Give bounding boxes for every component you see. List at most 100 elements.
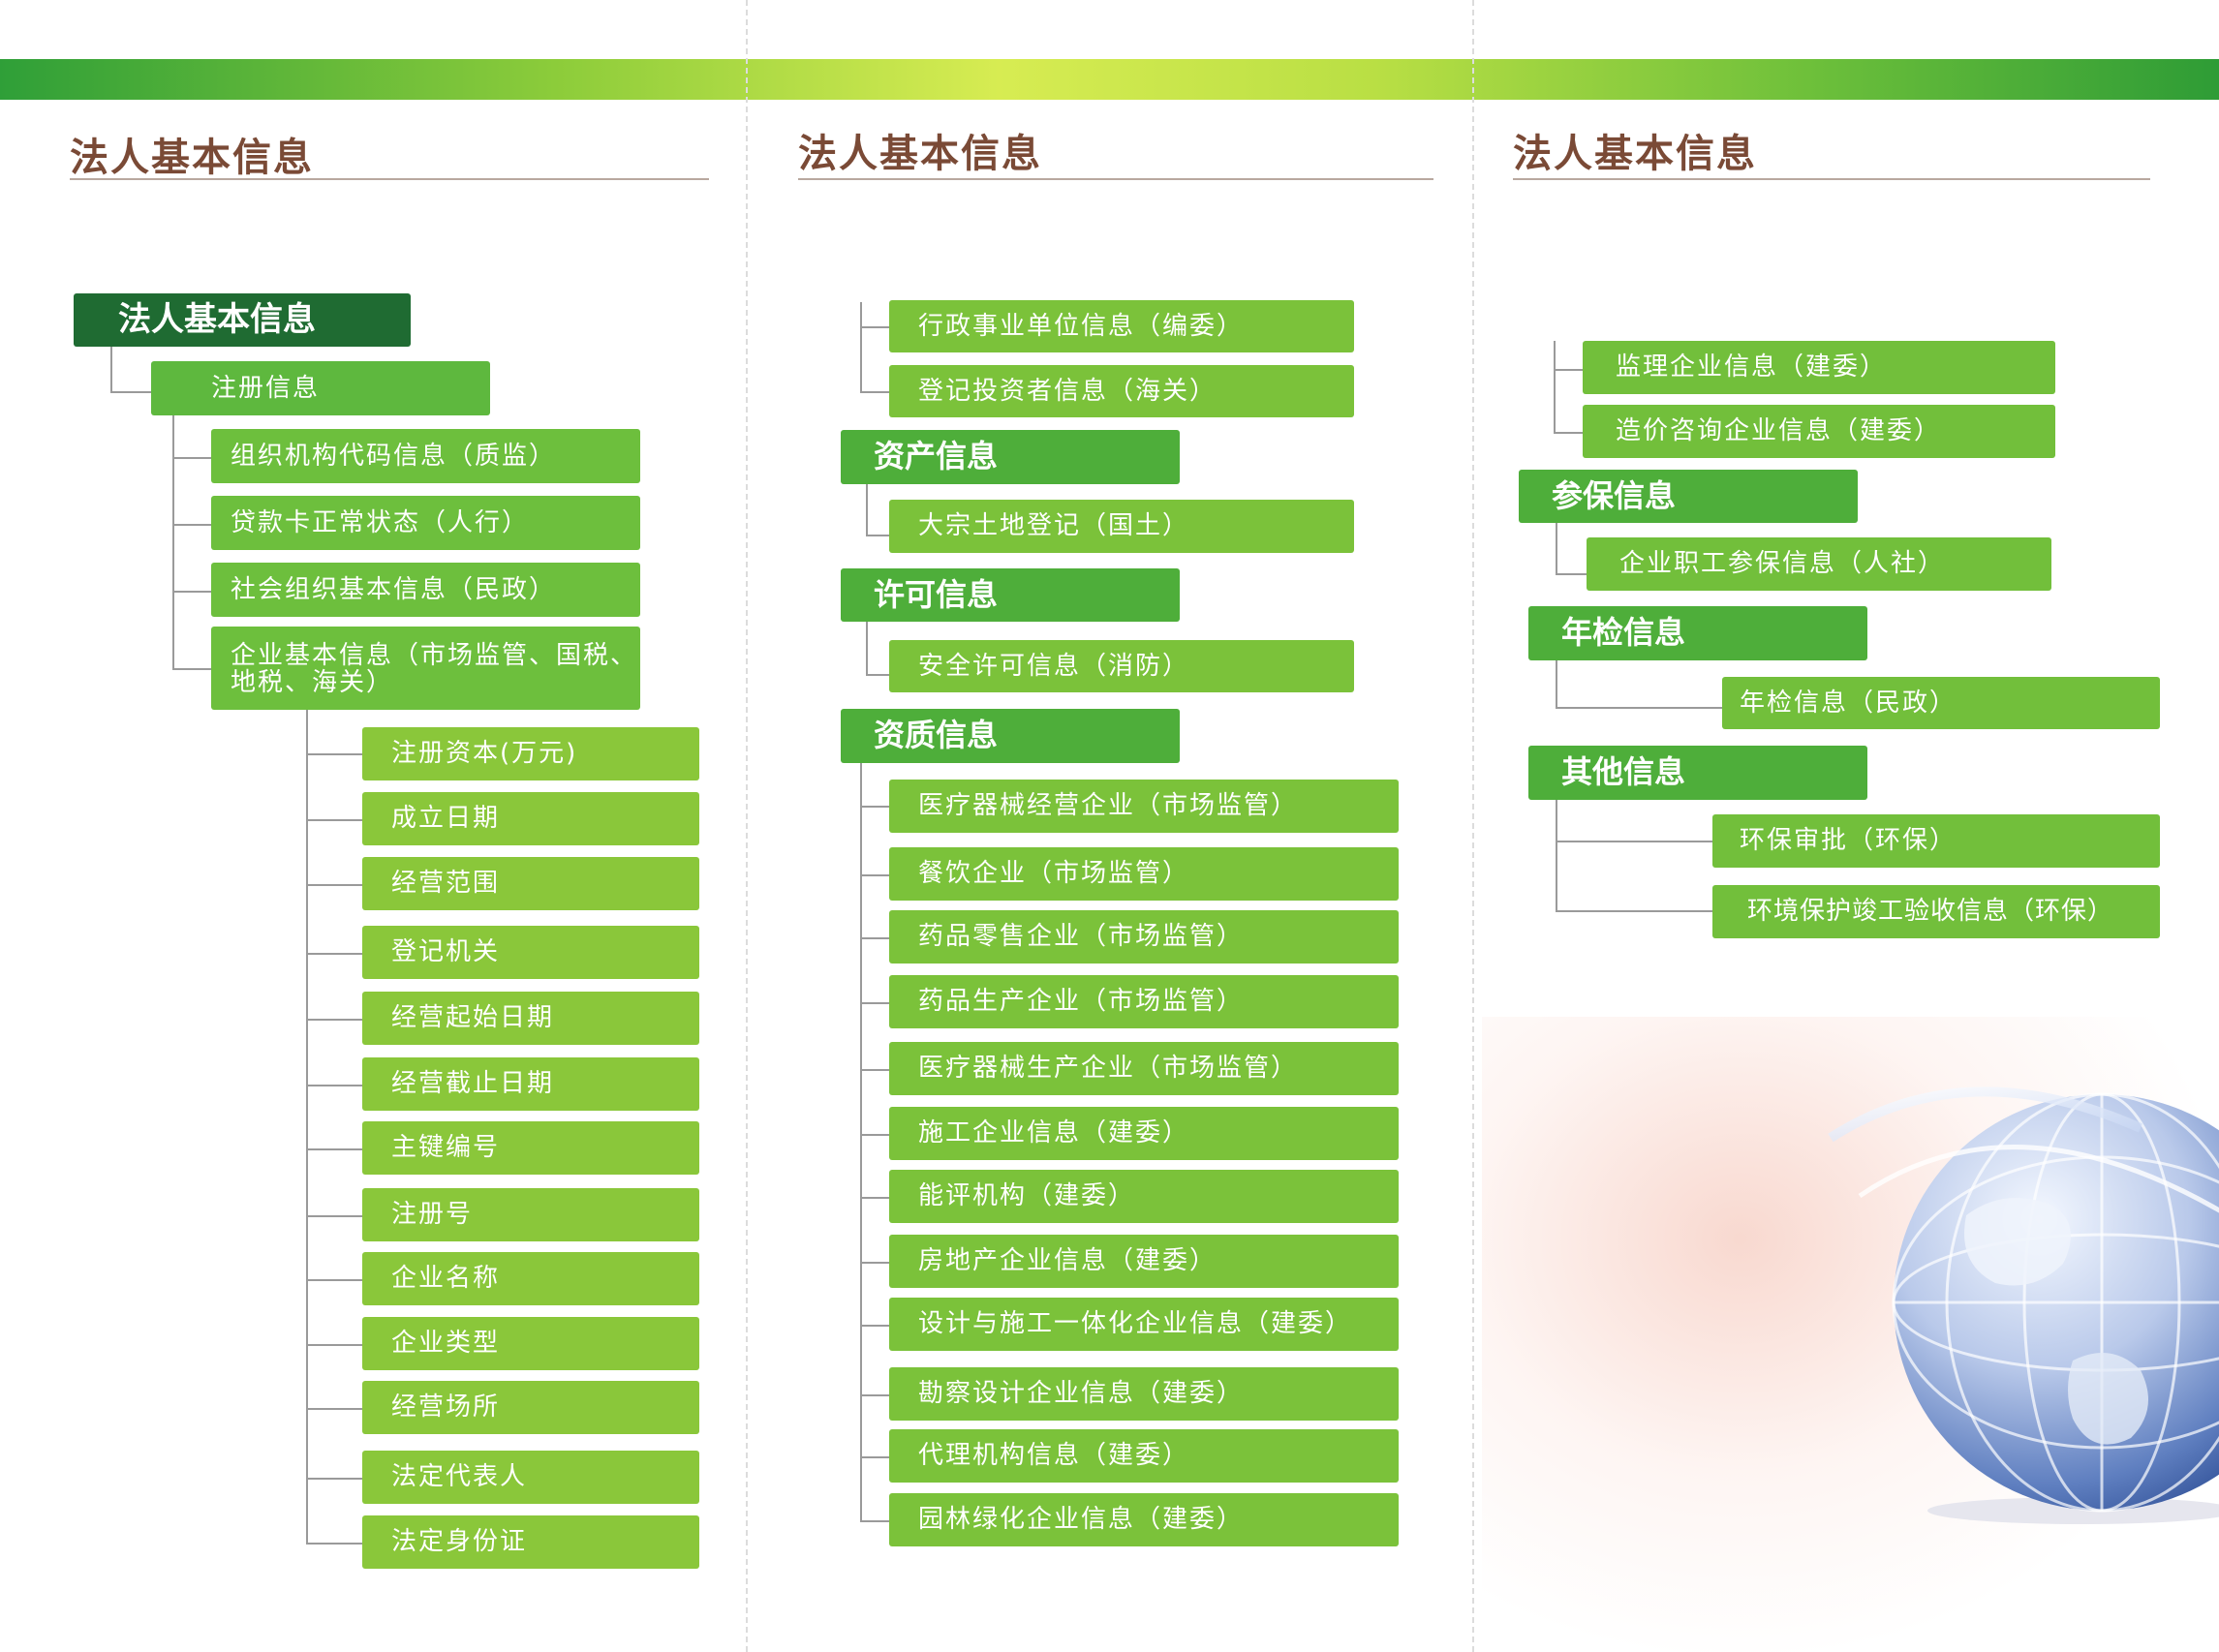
field-node: 经营场所 [362,1381,699,1434]
connector [860,1069,889,1071]
category-qualification: 资质信息 [841,709,1180,763]
connector [306,1478,362,1480]
panel-title-rule-middle [798,178,1433,180]
connector [860,1262,889,1264]
connector [866,535,889,536]
green-header-band [0,59,2219,100]
connector [860,937,889,939]
connector [860,1520,889,1522]
other-item-node: 环境保护竣工验收信息（环保） [1712,885,2160,938]
connector [306,1019,362,1021]
connector [306,753,362,755]
qualification-item-node: 能评机构（建委） [889,1170,1399,1223]
connector [860,1325,889,1327]
connector [860,1197,889,1199]
registration-node: 注册信息 [151,361,490,415]
connector [172,591,213,593]
field-node: 企业名称 [362,1252,699,1305]
qualification-item-node: 药品零售企业（市场监管） [889,910,1399,964]
qualification-item-node: 药品生产企业（市场监管） [889,975,1399,1028]
field-node: 登记机关 [362,926,699,979]
connector [1556,841,1712,842]
panel-title-rule-left [70,178,709,180]
connector [860,1456,889,1458]
qualification-item-node: 代理机构信息（建委） [889,1429,1399,1483]
right-top-node: 监理企业信息（建委） [1583,341,2055,394]
field-node: 经营范围 [362,857,699,910]
inspection-item-node: 年检信息（民政） [1722,677,2160,729]
connector [110,347,112,393]
field-node: 企业类型 [362,1317,699,1370]
license-item-node: 安全许可信息（消防） [889,640,1354,692]
connector [306,1543,362,1545]
connector [1556,800,1557,912]
connector [860,326,889,328]
assets-item-node: 大宗土地登记（国土） [889,500,1354,553]
category-assets: 资产信息 [841,430,1180,484]
field-node: 法定身份证 [362,1515,699,1569]
category-license: 许可信息 [841,568,1180,622]
connector [866,622,868,676]
source-node: 社会组织基本信息（民政） [211,563,640,617]
category-other: 其他信息 [1528,746,1867,800]
middle-top-node: 登记投资者信息（海关） [889,365,1354,417]
field-node: 成立日期 [362,792,699,845]
middle-top-node: 行政事业单位信息（编委） [889,300,1354,352]
qualification-item-node: 医疗器械生产企业（市场监管） [889,1042,1399,1095]
connector [172,524,213,526]
connector [860,1002,889,1004]
connector [1554,432,1583,434]
connector [306,1085,362,1086]
connector [306,819,362,821]
connector [306,953,362,955]
connector [1556,523,1557,575]
connector [1556,910,1712,912]
other-item-node: 环保审批（环保） [1712,814,2160,868]
connector [860,1134,889,1136]
panel-title-left: 法人基本信息 [70,136,314,180]
root-node: 法人基本信息 [74,293,411,347]
connector [1554,341,1556,434]
connector [306,1344,362,1346]
qualification-item-node: 园林绿化企业信息（建委） [889,1493,1399,1546]
connector [1556,660,1557,709]
field-node: 法定代表人 [362,1451,699,1504]
qualification-item-node: 设计与施工一体化企业信息（建委） [889,1298,1399,1351]
panel-title-middle: 法人基本信息 [798,132,1042,176]
connector [860,874,889,876]
category-insurance: 参保信息 [1519,470,1858,523]
right-top-node: 造价咨询企业信息（建委） [1583,405,2055,458]
fold-line-1 [746,0,748,1652]
globe-icon [1828,1086,2219,1524]
qualification-item-node: 房地产企业信息（建委） [889,1235,1399,1288]
connector [172,457,213,459]
connector [860,1394,889,1396]
connector [172,668,213,670]
connector [306,710,308,1545]
source-node: 企业基本信息（市场监管、国税、地税、海关） [211,627,640,710]
field-node: 注册号 [362,1188,699,1241]
connector [306,1148,362,1150]
source-node: 贷款卡正常状态（人行） [211,496,640,550]
connector [1554,369,1583,371]
insurance-item-node: 企业职工参保信息（人社） [1587,537,2051,591]
fold-line-2 [1472,0,1474,1652]
connector [860,302,862,393]
connector [860,391,889,393]
panel-title-rule-right [1513,178,2150,180]
category-inspection: 年检信息 [1528,606,1867,660]
panel-title-right: 法人基本信息 [1513,132,1757,176]
qualification-item-node: 勘察设计企业信息（建委） [889,1367,1399,1421]
connector [306,1408,362,1410]
connector [1556,707,1722,709]
connector [860,806,889,808]
field-node: 主键编号 [362,1121,699,1175]
connector [110,391,153,393]
connector [306,1279,362,1281]
qualification-item-node: 施工企业信息（建委） [889,1107,1399,1160]
qualification-item-node: 餐饮企业（市场监管） [889,847,1399,901]
connector [172,414,174,670]
source-node: 组织机构代码信息（质监） [211,429,640,483]
field-node: 注册资本(万元) [362,727,699,780]
connector [1556,573,1587,575]
